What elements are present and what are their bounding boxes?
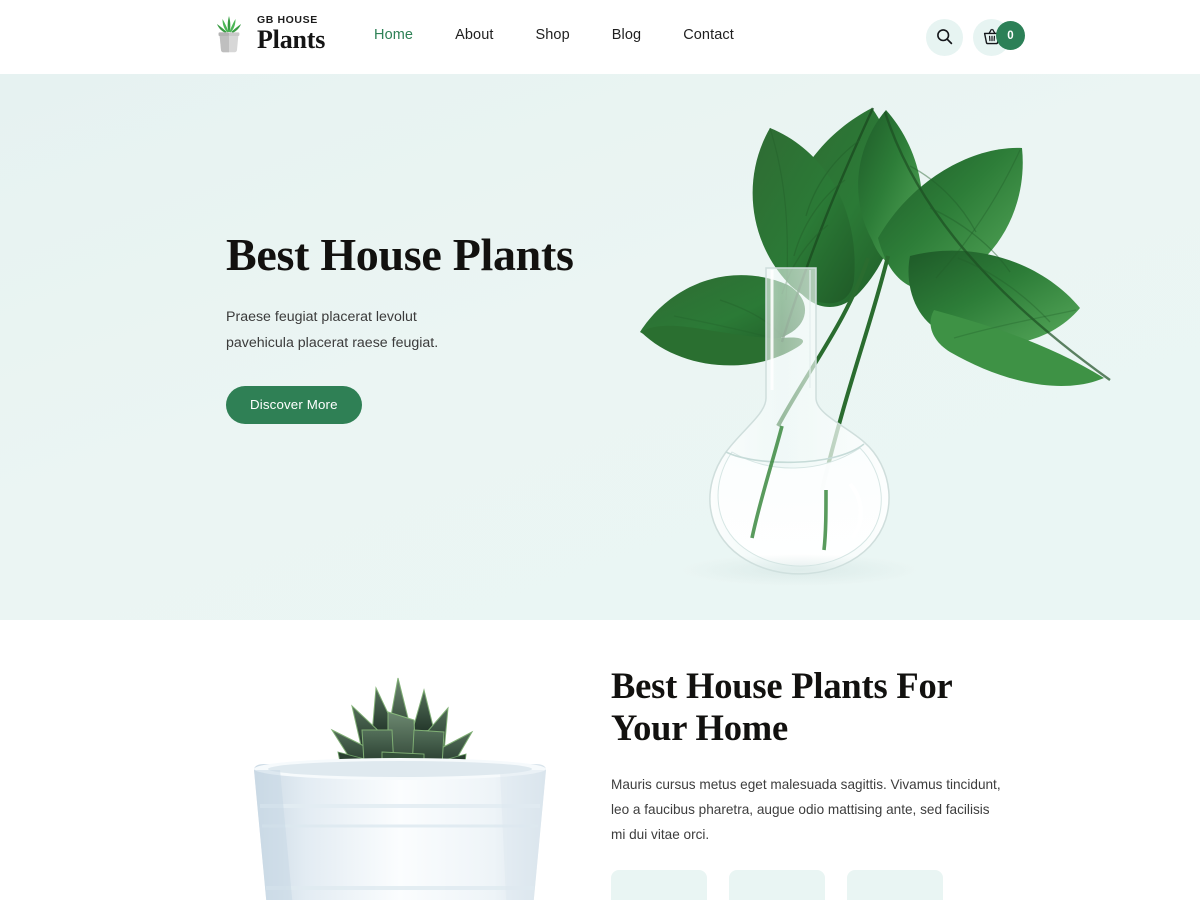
- main-navigation: Home About Shop Blog Contact: [374, 27, 755, 43]
- plant-thumbnail-grass[interactable]: [611, 870, 707, 900]
- about-section: Best House Plants For Your Home Mauris c…: [0, 620, 1200, 900]
- brand-top-line: GB HOUSE: [257, 13, 318, 26]
- search-icon: [936, 28, 953, 48]
- cart-widget[interactable]: 0: [973, 19, 1025, 56]
- hero-subtitle: Praese feugiat placerat levolut pavehicu…: [226, 308, 439, 351]
- search-button[interactable]: [926, 19, 963, 56]
- nav-item-blog[interactable]: Blog: [591, 27, 662, 43]
- about-title: Best House Plants For Your Home: [611, 665, 952, 749]
- potted-succulent-logo-icon: [210, 12, 248, 56]
- nav-item-home[interactable]: Home: [374, 27, 434, 43]
- header-actions: 0: [926, 19, 1025, 56]
- about-copy: Best House Plants For Your Home Mauris c…: [611, 665, 1001, 847]
- about-plant-image: [200, 640, 600, 900]
- plant-thumbnail-row: [611, 870, 943, 900]
- brand-bottom-line: Plants: [257, 25, 326, 55]
- brand-logo[interactable]: GB HOUSE Plants: [210, 12, 325, 56]
- nav-item-shop[interactable]: Shop: [515, 27, 591, 43]
- about-text: Mauris cursus metus eget malesuada sagit…: [611, 776, 1001, 842]
- site-header: GB HOUSE Plants Home About Shop Blog Con…: [0, 0, 1200, 74]
- hero-plant-image: [610, 74, 1130, 600]
- plant-thumbnail-cactus[interactable]: [847, 870, 943, 900]
- hero-section: Best House Plants Praese feugiat placera…: [0, 74, 1200, 620]
- hero-title: Best House Plants: [226, 229, 574, 280]
- cart-count-badge: 0: [996, 21, 1025, 50]
- hero-copy: Best House Plants Praese feugiat placera…: [226, 229, 606, 424]
- discover-more-button[interactable]: Discover More: [226, 385, 362, 424]
- nav-item-about[interactable]: About: [434, 27, 514, 43]
- landing-page: GB HOUSE Plants Home About Shop Blog Con…: [0, 0, 1200, 900]
- plant-thumbnail-succulent[interactable]: [729, 870, 825, 900]
- nav-item-contact[interactable]: Contact: [662, 27, 755, 43]
